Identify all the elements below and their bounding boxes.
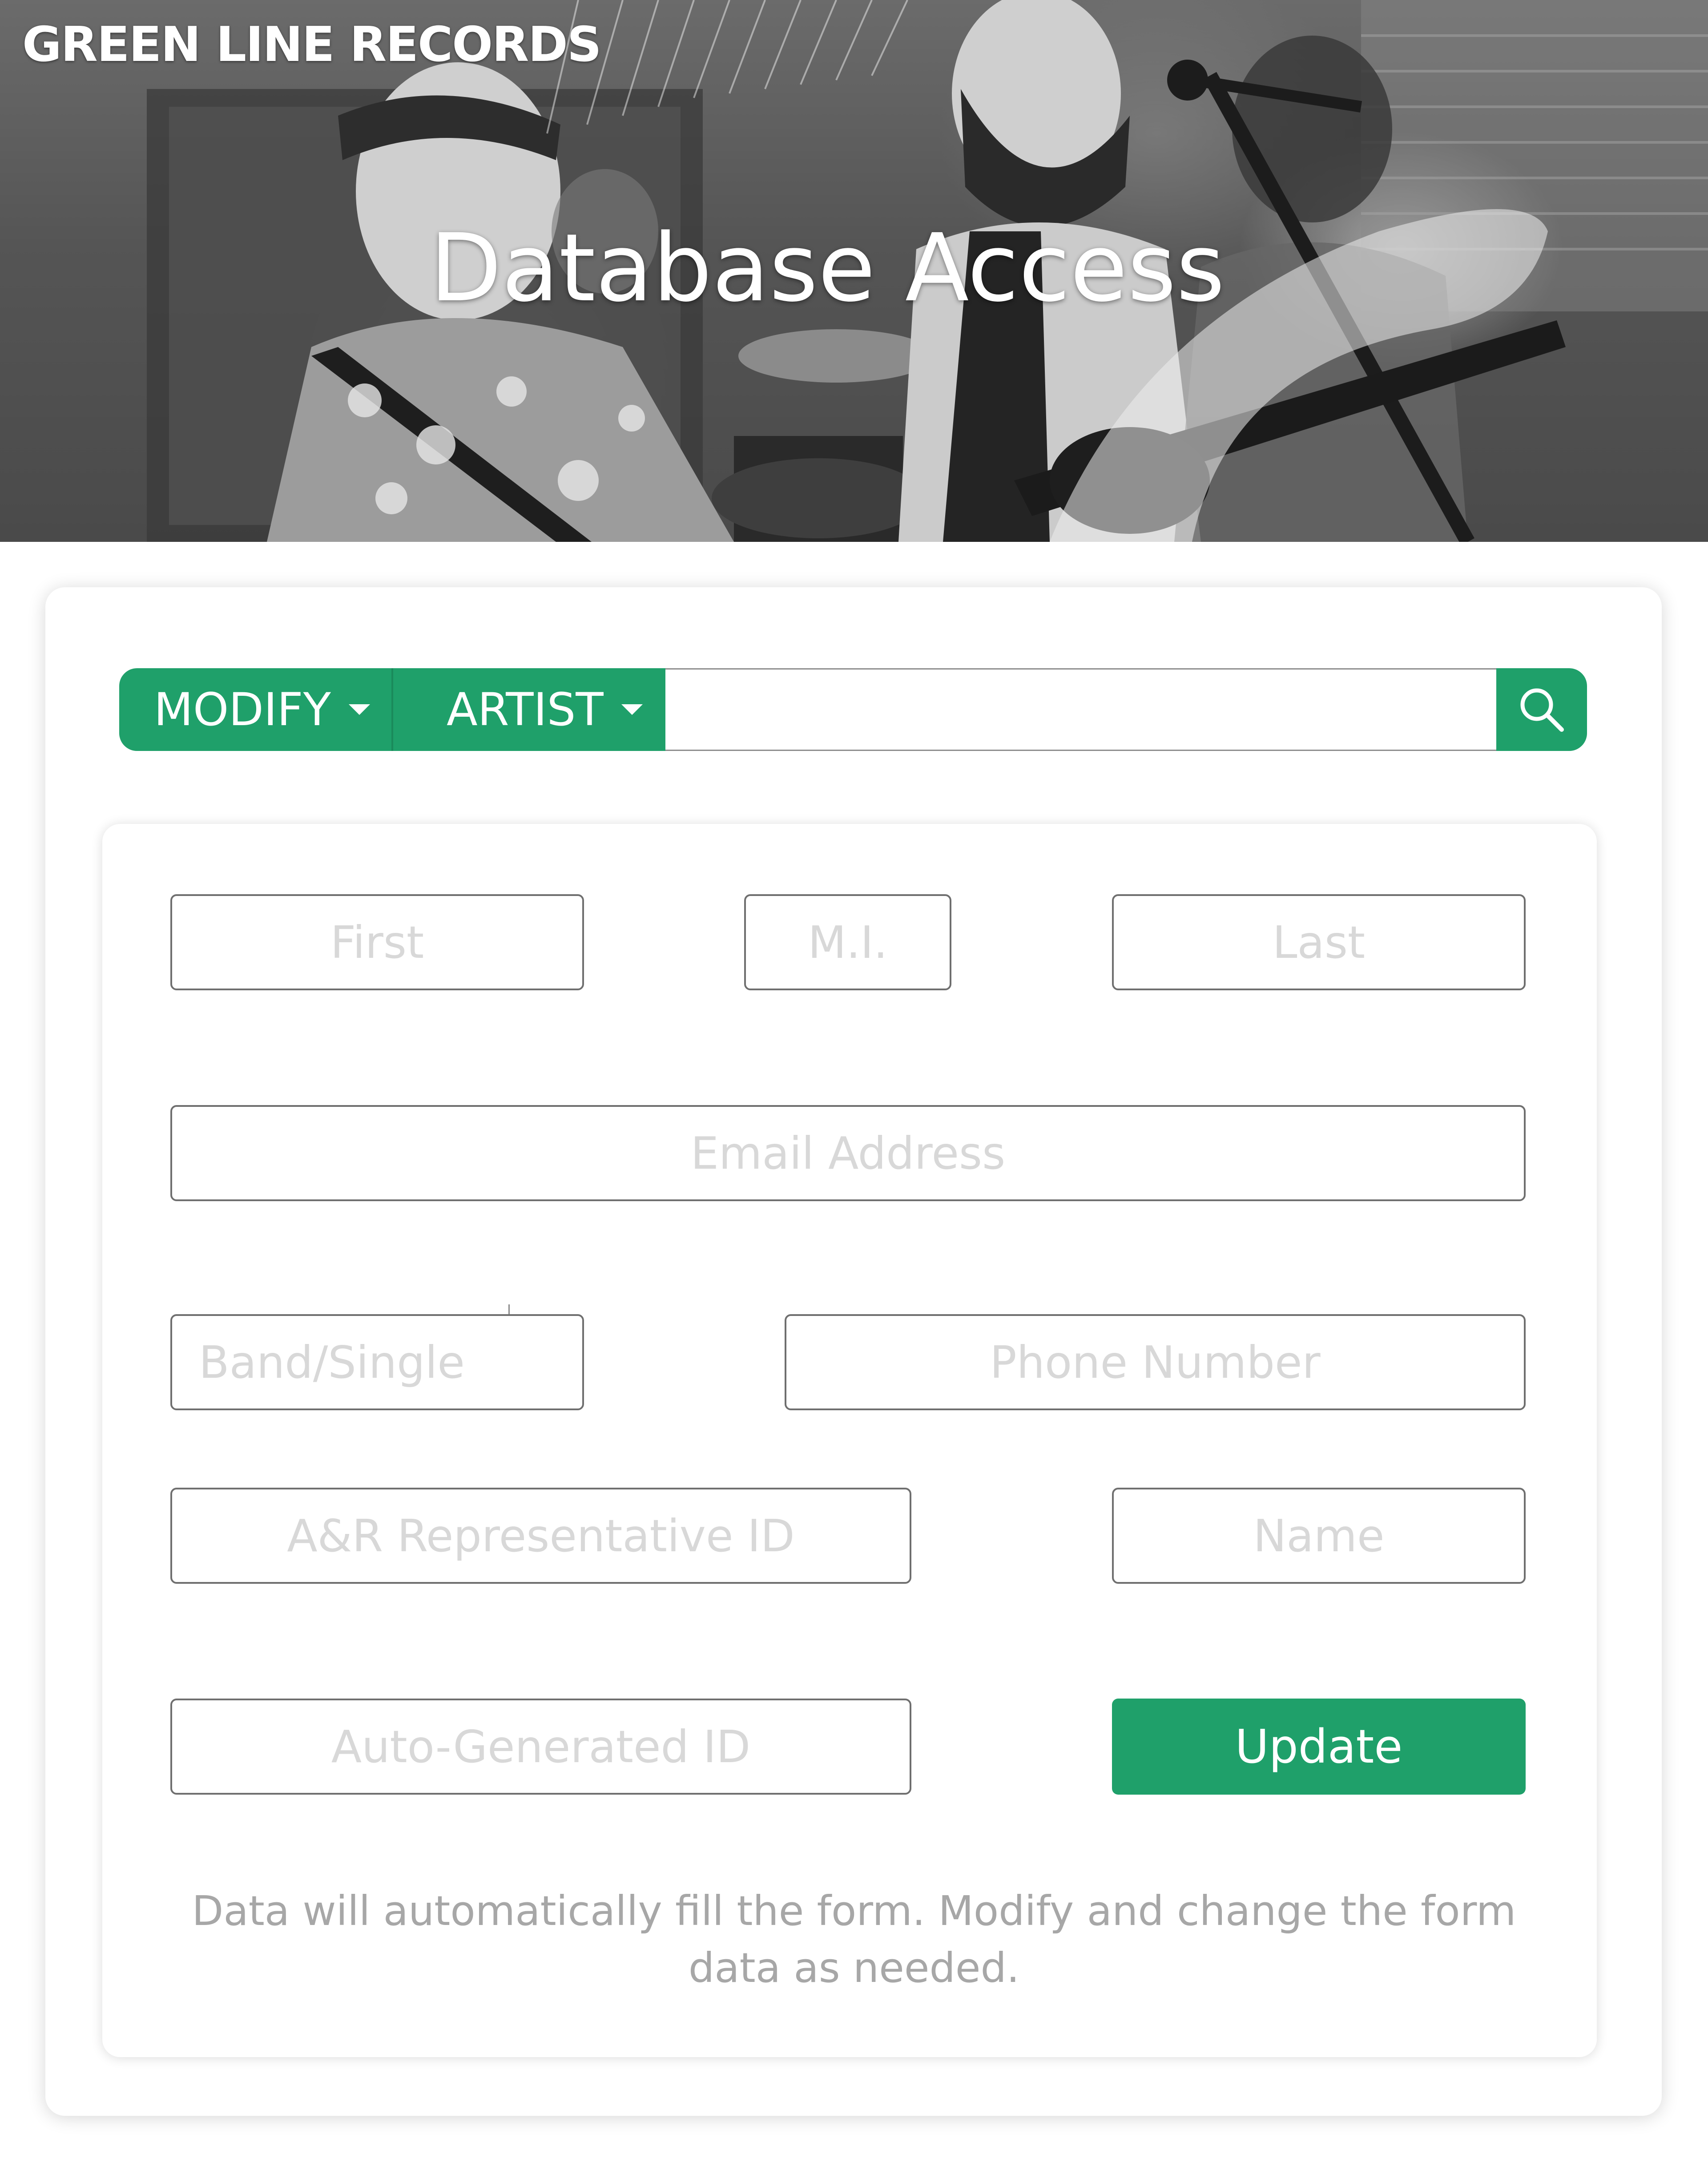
- search-input[interactable]: [665, 668, 1496, 751]
- form-help-text: Data will automatically fill the form. M…: [192, 1887, 1516, 1992]
- action-dropdown[interactable]: MODIFY: [119, 668, 391, 751]
- search-icon: [1520, 688, 1564, 732]
- ar-representative-name-field[interactable]: [1112, 1488, 1526, 1584]
- update-button[interactable]: Update: [1112, 1699, 1526, 1795]
- page-title: Database Access: [430, 214, 1225, 323]
- middle-initial-field[interactable]: [744, 894, 951, 990]
- band-single-field[interactable]: [170, 1314, 584, 1410]
- first-name-field[interactable]: [170, 894, 584, 990]
- ar-representative-id-field[interactable]: [170, 1488, 911, 1584]
- artist-form-card: [102, 824, 1597, 2057]
- phone-number-field[interactable]: [785, 1314, 1526, 1410]
- search-bar: MODIFY ARTIST: [119, 668, 1587, 751]
- hero-banner: GREEN LINE RECORDS Database Access: [0, 0, 1708, 542]
- last-name-field[interactable]: [1112, 894, 1526, 990]
- action-dropdown-label: MODIFY: [154, 683, 331, 736]
- chevron-down-icon: [621, 704, 643, 715]
- chevron-down-icon: [348, 704, 370, 715]
- auto-generated-id-field[interactable]: [170, 1699, 911, 1795]
- entity-dropdown-label: ARTIST: [447, 683, 604, 736]
- email-field[interactable]: [170, 1105, 1526, 1201]
- search-button[interactable]: [1496, 668, 1587, 751]
- brand-logo[interactable]: GREEN LINE RECORDS: [22, 17, 602, 73]
- field-marker: [508, 1304, 510, 1314]
- entity-dropdown[interactable]: ARTIST: [393, 668, 665, 751]
